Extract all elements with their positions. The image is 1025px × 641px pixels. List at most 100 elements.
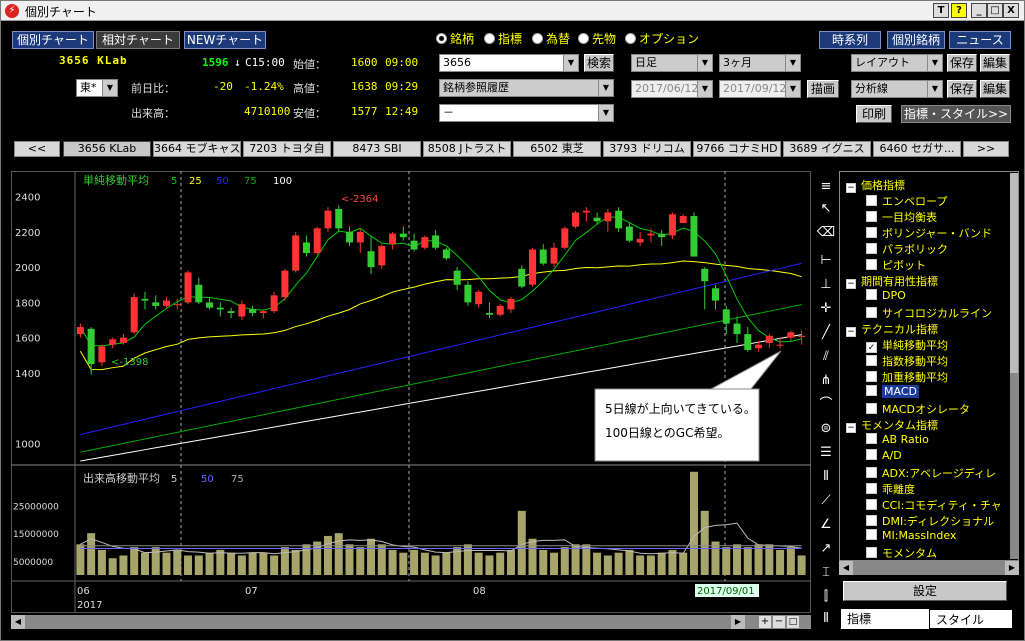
- tree-item[interactable]: モメンタム: [866, 545, 937, 560]
- chart-area[interactable]: 2400 2200 2000 1800 1600 1400 1000 06 07 08 2017 20…: [11, 171, 811, 613]
- stock-tab[interactable]: 6502 東芝: [513, 141, 601, 157]
- checkbox-icon[interactable]: [866, 211, 877, 222]
- zoom-out-icon[interactable]: −: [773, 616, 785, 628]
- tree-category[interactable]: − モメンタム指標: [846, 417, 938, 433]
- history-select[interactable]: 銘柄参照履歴 ▼: [439, 79, 614, 97]
- help-button[interactable]: ?: [951, 3, 967, 18]
- time-series-button[interactable]: 時系列: [819, 31, 881, 49]
- checkbox-icon[interactable]: [866, 403, 877, 414]
- collapse-icon[interactable]: −: [846, 183, 856, 193]
- tab-style[interactable]: スタイル: [929, 609, 1013, 629]
- date-from-input[interactable]: 2017/06/12 ▼: [631, 80, 713, 98]
- checkbox-icon[interactable]: [866, 227, 877, 238]
- timezone-icon[interactable]: ⦀: [816, 467, 836, 487]
- indicator-style-button[interactable]: 指標・スタイル>>: [901, 105, 1011, 123]
- tab-relative-chart[interactable]: 相対チャート: [96, 31, 180, 49]
- stock-tab[interactable]: 8473 SBI: [333, 141, 421, 157]
- individual-stock-button[interactable]: 個別銘柄: [887, 31, 945, 49]
- topmost-button[interactable]: T: [933, 3, 949, 18]
- tree-item[interactable]: ピボット: [866, 257, 926, 273]
- checkbox-icon[interactable]: [866, 243, 877, 254]
- scroll-right-icon[interactable]: ▶: [731, 615, 745, 629]
- checkbox-icon[interactable]: [866, 195, 877, 206]
- stock-tab[interactable]: 3664 モブキャス: [153, 141, 241, 157]
- minimize-button[interactable]: _: [971, 3, 987, 18]
- period-select[interactable]: 日足 ▼: [631, 54, 713, 72]
- channel-icon[interactable]: ⫽: [816, 347, 836, 367]
- checkbox-icon[interactable]: [866, 371, 877, 382]
- tab-individual-chart[interactable]: 個別チャート: [12, 31, 94, 49]
- tabs-prev-button[interactable]: <<: [14, 141, 60, 157]
- tree-item[interactable]: MI:MassIndex: [866, 529, 956, 542]
- scroll-right-icon[interactable]: ▶: [1005, 561, 1019, 575]
- radio-options[interactable]: オプション: [625, 30, 699, 47]
- date-to-input[interactable]: 2017/09/12 ▼: [719, 80, 801, 98]
- tab-new-chart[interactable]: NEWチャート: [184, 31, 266, 49]
- stock-tab[interactable]: 6460 セガサ...: [873, 141, 961, 157]
- tree-item[interactable]: A/D: [866, 449, 902, 462]
- tree-item[interactable]: ADX:アベレージディレ: [866, 465, 996, 481]
- tree-hscrollbar[interactable]: ◀ ▶: [839, 561, 1019, 575]
- collapse-icon[interactable]: −: [846, 279, 856, 289]
- checkbox-icon[interactable]: [866, 433, 877, 444]
- tabs-next-button[interactable]: >>: [963, 141, 1009, 157]
- tree-item[interactable]: 加重移動平均: [866, 369, 948, 385]
- tree-item[interactable]: AB Ratio: [866, 433, 929, 446]
- radio-futures[interactable]: 先物: [578, 30, 616, 47]
- menu-icon[interactable]: ≡: [816, 177, 836, 197]
- draw-button[interactable]: 描画: [807, 80, 839, 98]
- maximize-button[interactable]: □: [987, 3, 1003, 18]
- checkbox-icon[interactable]: [866, 499, 877, 510]
- ray-icon[interactable]: ⟋: [816, 491, 836, 511]
- range-select[interactable]: 3ヶ月 ▼: [719, 54, 801, 72]
- exchange-select[interactable]: 東* ▼: [76, 79, 118, 97]
- checkbox-icon[interactable]: [866, 355, 877, 366]
- tree-item[interactable]: 指数移動平均: [866, 353, 948, 369]
- checkbox-icon[interactable]: [866, 449, 877, 460]
- analysis-select[interactable]: 分析線 ▼: [851, 80, 943, 98]
- tree-item[interactable]: サイコロジカルライン: [866, 305, 992, 321]
- layout-select[interactable]: レイアウト ▼: [851, 54, 943, 72]
- stock-tab[interactable]: 3689 イグニス: [783, 141, 871, 157]
- close-button[interactable]: X: [1003, 3, 1019, 18]
- tree-category[interactable]: − テクニカル指標: [846, 321, 938, 337]
- vertical-line-icon[interactable]: ⊥: [816, 275, 836, 295]
- tree-category[interactable]: − 期間有用性指標: [846, 273, 938, 289]
- cross-icon[interactable]: ✛: [816, 299, 836, 319]
- eraser-icon[interactable]: ⌫: [816, 223, 836, 243]
- news-button[interactable]: ニュース: [949, 31, 1011, 49]
- analysis-save-button[interactable]: 保存: [947, 80, 977, 98]
- checkbox-icon[interactable]: [866, 289, 877, 300]
- tree-item[interactable]: ボリンジャー・バンド: [866, 225, 992, 241]
- print-button[interactable]: 印刷: [856, 105, 892, 123]
- collapse-icon[interactable]: −: [846, 423, 856, 433]
- code-input[interactable]: 3656 ▼: [439, 54, 579, 72]
- tree-item[interactable]: MACDオシレータ: [866, 401, 970, 417]
- tree-category[interactable]: − 価格指標: [846, 177, 905, 193]
- stock-tab[interactable]: 9766 コナミHD: [693, 141, 781, 157]
- period-line-icon[interactable]: ⌶: [816, 563, 836, 583]
- checkbox-icon[interactable]: [866, 515, 877, 526]
- checkbox-icon[interactable]: [866, 483, 877, 494]
- analysis-edit-button[interactable]: 編集: [980, 80, 1010, 98]
- checkbox-icon[interactable]: [866, 385, 877, 396]
- checkbox-icon[interactable]: [866, 307, 877, 318]
- tree-item[interactable]: 乖離度: [866, 481, 915, 497]
- checkbox-icon[interactable]: [866, 529, 877, 540]
- zoom-reset-icon[interactable]: □: [787, 616, 799, 628]
- retracement-icon[interactable]: ☰: [816, 443, 836, 463]
- checkbox-icon[interactable]: ✓: [866, 342, 877, 353]
- cycle-icon[interactable]: ⫿: [816, 587, 836, 607]
- tree-item[interactable]: ✓ 単純移動平均: [866, 337, 948, 353]
- checkbox-icon[interactable]: [866, 547, 877, 558]
- scroll-left-icon[interactable]: ◀: [11, 615, 25, 629]
- checkbox-icon[interactable]: [866, 259, 877, 270]
- stock-tab[interactable]: 3793 ドリコム: [603, 141, 691, 157]
- tree-item[interactable]: CCI:コモディティ・チャ: [866, 497, 1002, 513]
- arc-icon[interactable]: ⌒: [816, 395, 836, 415]
- fibonacci-icon[interactable]: ⊜: [816, 419, 836, 439]
- stock-tab[interactable]: 8508 Jトラスト: [423, 141, 511, 157]
- stock-tab[interactable]: 7203 トヨタ自: [243, 141, 331, 157]
- collapse-icon[interactable]: −: [846, 327, 856, 337]
- tree-item[interactable]: DPO: [866, 289, 906, 302]
